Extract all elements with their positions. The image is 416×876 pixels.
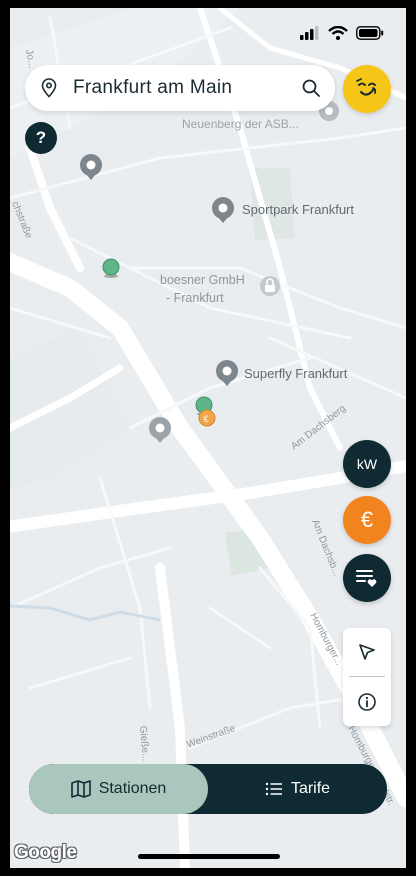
tab-stations[interactable]: Stationen <box>29 764 208 814</box>
price-filter-button[interactable]: € <box>343 496 391 544</box>
favorites-filter-button[interactable] <box>343 554 391 602</box>
map-tools-panel <box>343 628 391 726</box>
charging-station-price-marker[interactable]: € <box>198 409 216 427</box>
location-pin-icon <box>41 78 57 98</box>
search-location-text[interactable]: Frankfurt am Main <box>73 77 301 99</box>
map-icon <box>70 780 91 798</box>
tab-tariffs[interactable]: Tarife <box>208 764 387 814</box>
power-filter-button[interactable]: kW <box>343 440 391 488</box>
search-icon[interactable] <box>301 78 321 98</box>
status-bar <box>300 26 384 40</box>
help-button[interactable]: ? <box>25 122 57 154</box>
list-icon <box>265 782 282 796</box>
map-info-button[interactable] <box>343 678 391 726</box>
app-screen: Neuenberg der ASB... Sportpark Frankfurt… <box>10 8 406 868</box>
google-logo: Google <box>14 842 77 863</box>
info-icon <box>358 693 376 711</box>
place-label: Sportpark Frankfurt <box>242 202 354 217</box>
charging-station-marker[interactable] <box>102 258 120 278</box>
tab-tariffs-label: Tarife <box>290 780 331 797</box>
tab-stations-label: Stationen <box>98 780 167 797</box>
place-label: Superfly Frankfurt <box>244 366 348 381</box>
wifi-icon <box>328 26 348 40</box>
home-indicator[interactable] <box>138 854 280 859</box>
locate-me-button[interactable] <box>343 628 391 676</box>
navigate-arrow-icon <box>359 644 375 660</box>
tools-divider <box>349 676 385 677</box>
view-toggle: Stationen Tarife <box>29 764 387 814</box>
signal-icon <box>300 26 319 40</box>
place-label: - Frankfurt <box>166 291 224 305</box>
place-label: Neuenberg der ASB... <box>182 117 299 131</box>
user-avatar-button[interactable] <box>343 65 391 113</box>
filter-favorites-icon <box>356 570 377 587</box>
map[interactable]: Neuenberg der ASB... Sportpark Frankfurt… <box>10 8 406 868</box>
battery-icon <box>356 26 384 40</box>
place-label: boesner GmbH <box>160 273 245 287</box>
shop-pin[interactable] <box>260 276 280 296</box>
location-search-bar[interactable]: Frankfurt am Main <box>25 65 335 111</box>
svg-text:€: € <box>204 414 209 424</box>
user-avatar-icon <box>356 78 377 96</box>
